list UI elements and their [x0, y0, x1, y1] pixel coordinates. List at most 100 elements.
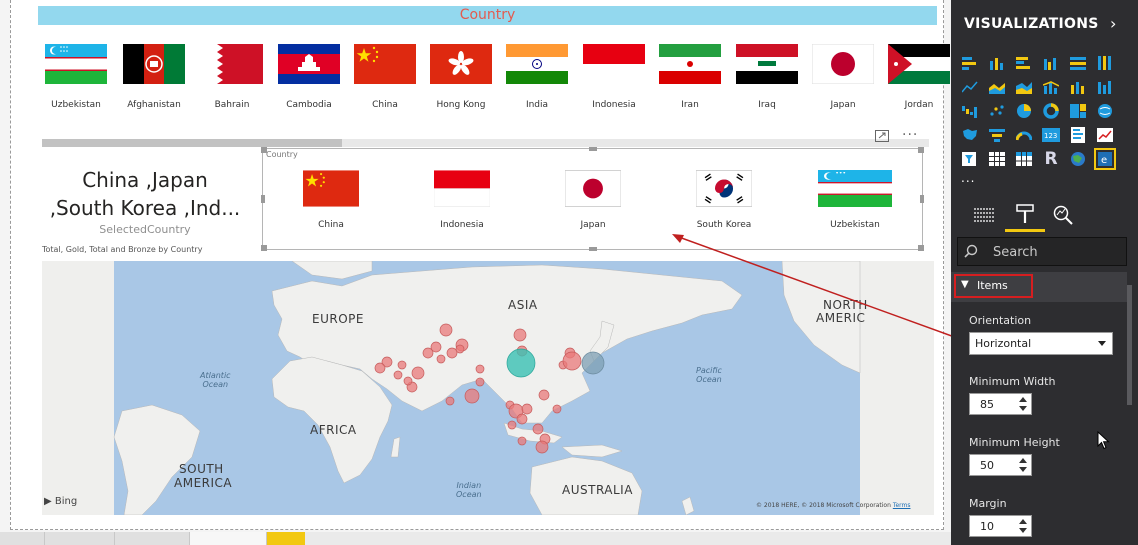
r-script-visual-icon[interactable]: R: [1040, 148, 1062, 170]
resize-handle[interactable]: [920, 195, 924, 203]
bing-icon: ▶: [44, 496, 55, 507]
resize-handle[interactable]: [589, 247, 597, 251]
slicer-item-bahrain[interactable]: Bahrain: [200, 44, 264, 110]
decrement-icon[interactable]: [1019, 406, 1027, 411]
slicer-item-iraq[interactable]: Iraq: [735, 44, 799, 110]
stacked-bar-chart-icon[interactable]: [959, 52, 981, 74]
100-percent-bar-chart-icon[interactable]: [1067, 52, 1089, 74]
resize-handle[interactable]: [261, 147, 267, 153]
terms-link[interactable]: Terms: [893, 502, 911, 509]
tab-analytics[interactable]: [1043, 198, 1083, 232]
resize-handle[interactable]: [261, 245, 267, 251]
tab-format[interactable]: [1005, 198, 1045, 232]
kpi-icon[interactable]: [1094, 124, 1116, 146]
resize-handle[interactable]: [261, 195, 265, 203]
country-slicer[interactable]: Country Uzbekistan Afghanistan Bahrain C…: [38, 6, 950, 147]
ribbon-chart-icon[interactable]: [1094, 76, 1116, 98]
line-and-column-chart-icon[interactable]: [1040, 76, 1062, 98]
waterfall-chart-icon[interactable]: [959, 100, 981, 122]
min-height-stepper[interactable]: 50: [969, 454, 1032, 476]
donut-chart-icon[interactable]: [1040, 100, 1062, 122]
card-value: China ,Japan ,South Korea ,Ind...: [40, 166, 250, 222]
svg-text:123: 123: [1044, 132, 1057, 140]
page-tab[interactable]: [0, 532, 45, 545]
multi-row-card-icon[interactable]: [1067, 124, 1089, 146]
decrement-icon[interactable]: [1019, 528, 1027, 533]
map-icon[interactable]: [1094, 100, 1116, 122]
selected-item-china[interactable]: China: [286, 170, 376, 230]
resize-handle[interactable]: [589, 147, 597, 151]
focus-mode-icon[interactable]: [875, 130, 889, 142]
margin-label: Margin: [969, 497, 1007, 510]
selected-item-uzbekistan[interactable]: Uzbekistan: [810, 170, 900, 230]
selected-item-south-korea[interactable]: South Korea: [679, 170, 769, 230]
slicer-item-japan[interactable]: Japan: [811, 44, 875, 110]
treemap-icon[interactable]: [1067, 100, 1089, 122]
margin-stepper[interactable]: 10: [969, 515, 1032, 537]
slicer-item-uzbekistan[interactable]: Uzbekistan: [44, 44, 108, 110]
chevron-down-icon[interactable]: ▼: [961, 279, 969, 290]
jordan-flag-icon: [888, 44, 950, 84]
clustered-column-chart-icon[interactable]: [1040, 52, 1062, 74]
decrement-icon[interactable]: [1019, 467, 1027, 472]
scatter-chart-icon[interactable]: [986, 100, 1008, 122]
matrix-icon[interactable]: [1013, 148, 1035, 170]
selected-item-japan[interactable]: Japan: [548, 170, 638, 230]
min-width-stepper[interactable]: 85: [969, 393, 1032, 415]
more-visuals-button[interactable]: ...: [961, 171, 975, 185]
slicer-item-label: Cambodia: [286, 100, 332, 110]
slicer-icon[interactable]: [959, 148, 981, 170]
funnel-chart-icon[interactable]: [986, 124, 1008, 146]
slicer-item-cambodia[interactable]: Cambodia: [277, 44, 341, 110]
resize-handle[interactable]: [918, 147, 924, 153]
line-and-stacked-column-icon[interactable]: [1067, 76, 1089, 98]
slicer-item-indonesia[interactable]: Indonesia: [582, 44, 646, 110]
slicer-item-label: China: [372, 100, 398, 110]
table-icon[interactable]: [986, 148, 1008, 170]
page-tab[interactable]: [190, 532, 267, 545]
collapse-pane-icon[interactable]: ›: [1110, 14, 1116, 33]
items-section-label[interactable]: Items: [977, 279, 1008, 292]
increment-icon[interactable]: [1019, 458, 1027, 463]
bubble-map[interactable]: ASIA EUROPE AFRICA SOUTH AMERICA NORTH A…: [42, 261, 934, 515]
pane-scrollbar[interactable]: [1127, 285, 1132, 405]
filled-map-icon[interactable]: [959, 124, 981, 146]
mouse-pointer-icon: [1097, 431, 1110, 450]
custom-slicer-visual-icon[interactable]: e: [1094, 148, 1116, 170]
slicer-item-hong-kong[interactable]: Hong Kong: [429, 44, 493, 110]
slicer-item-iran[interactable]: Iran: [658, 44, 722, 110]
selected-country-slicer[interactable]: Country China Indonesia Japan South Kore…: [261, 147, 924, 251]
japan-flag-icon: [565, 170, 621, 207]
100-percent-column-chart-icon[interactable]: [1094, 52, 1116, 74]
china-flag-icon: [303, 170, 359, 207]
area-chart-icon[interactable]: [986, 76, 1008, 98]
slicer-item-india[interactable]: India: [505, 44, 569, 110]
page-tab[interactable]: [45, 532, 115, 545]
stacked-column-chart-icon[interactable]: [986, 52, 1008, 74]
slicer-item-jordan[interactable]: Jordan: [887, 44, 951, 110]
page-tab[interactable]: [115, 532, 190, 545]
slicer-scrollbar[interactable]: [42, 139, 929, 147]
cambodia-flag-icon: [278, 44, 340, 84]
line-chart-icon[interactable]: [959, 76, 981, 98]
add-page-button[interactable]: [267, 532, 305, 545]
format-search-box[interactable]: Search: [957, 237, 1127, 266]
increment-icon[interactable]: [1019, 397, 1027, 402]
indonesia-flag-icon: [583, 44, 645, 84]
clustered-bar-chart-icon[interactable]: [1013, 52, 1035, 74]
slicer-item-afghanistan[interactable]: Afghanistan: [122, 44, 186, 110]
selected-item-indonesia[interactable]: Indonesia: [417, 170, 507, 230]
arcgis-map-icon[interactable]: [1067, 148, 1089, 170]
tab-fields[interactable]: [964, 198, 1004, 232]
increment-icon[interactable]: [1019, 519, 1027, 524]
card-icon[interactable]: 123: [1040, 124, 1062, 146]
stacked-area-chart-icon[interactable]: [1013, 76, 1035, 98]
resize-handle[interactable]: [918, 245, 924, 251]
slicer-item-label: Indonesia: [592, 100, 636, 110]
slicer-item-china[interactable]: China: [353, 44, 417, 110]
gauge-icon[interactable]: [1013, 124, 1035, 146]
more-options-icon[interactable]: ···: [902, 127, 918, 143]
pie-chart-icon[interactable]: [1013, 100, 1035, 122]
orientation-dropdown[interactable]: Horizontal: [969, 332, 1113, 355]
scrollbar-thumb[interactable]: [42, 139, 342, 147]
